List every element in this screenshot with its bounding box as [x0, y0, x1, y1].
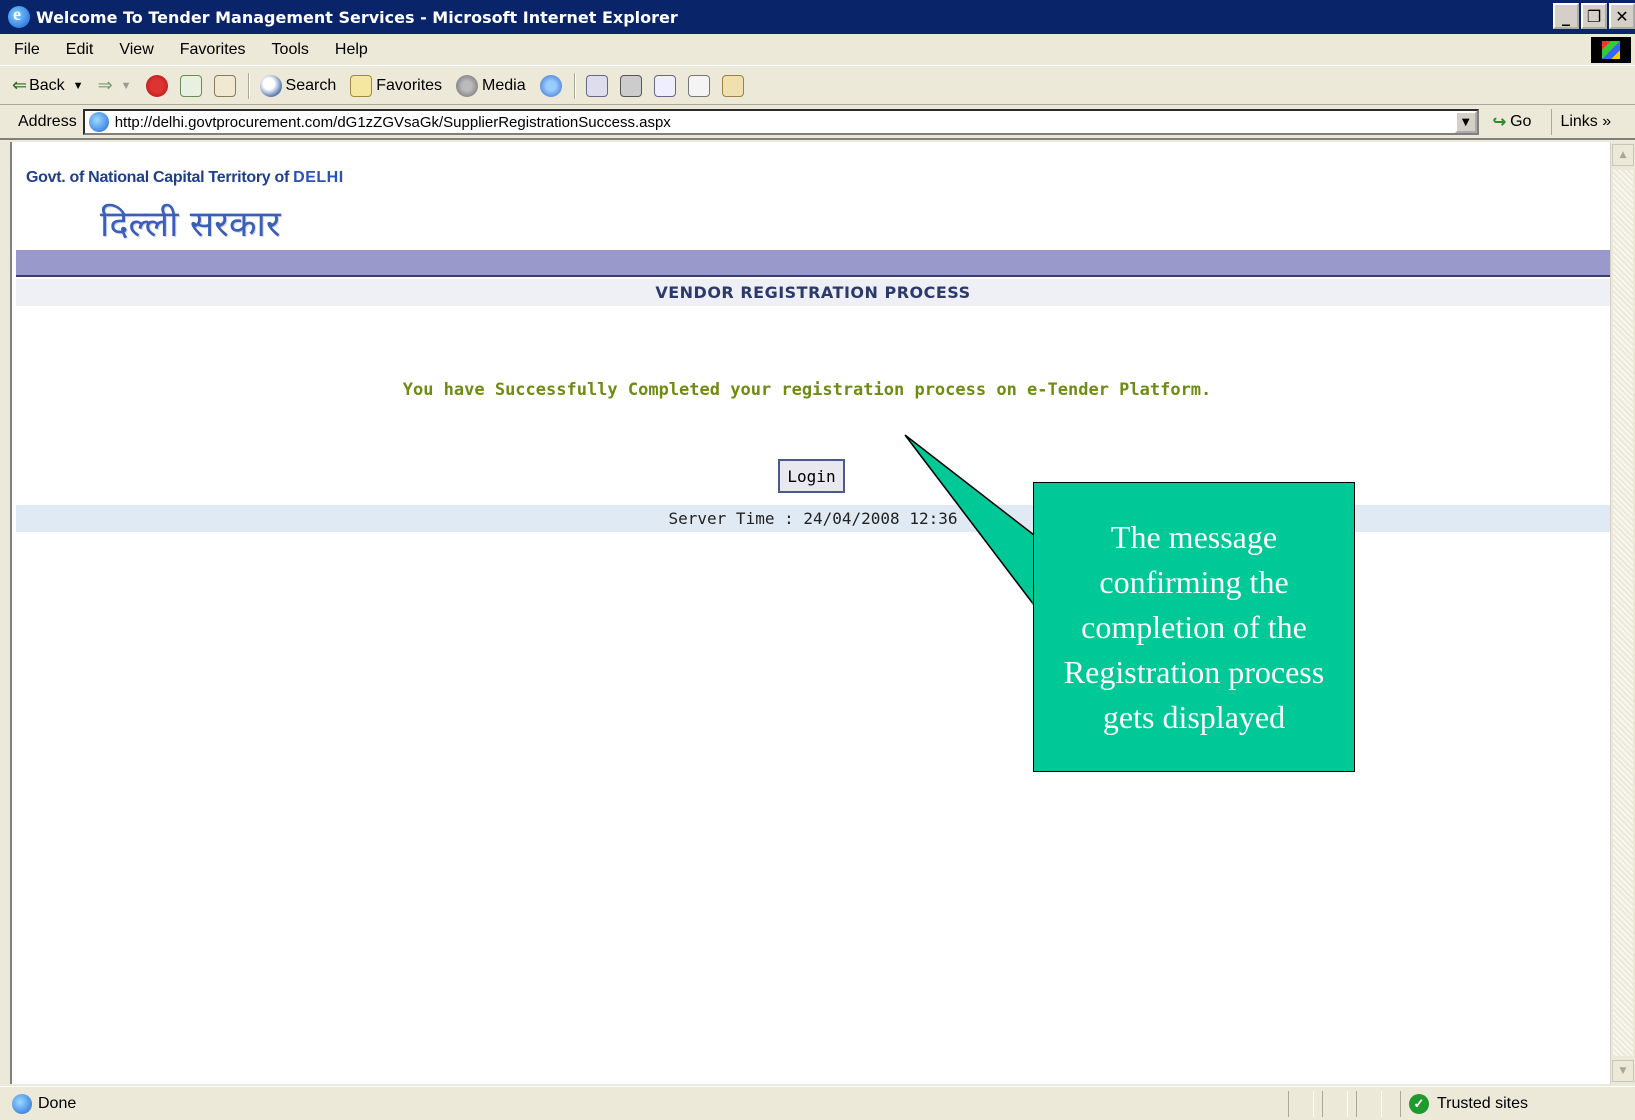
- minimize-button[interactable]: _: [1553, 3, 1579, 29]
- scroll-down-icon[interactable]: ▼: [1612, 1060, 1634, 1082]
- back-button[interactable]: ⇐ Back ▼: [12, 75, 84, 96]
- address-label: Address: [18, 113, 77, 130]
- print-icon[interactable]: [619, 74, 642, 97]
- windows-logo-icon: [1591, 37, 1631, 63]
- login-button[interactable]: Login: [778, 459, 845, 493]
- status-panel: [1288, 1091, 1314, 1117]
- menu-bar: File Edit View Favorites Tools Help: [0, 34, 1635, 66]
- scroll-track[interactable]: [1613, 170, 1633, 1056]
- scroll-up-icon[interactable]: ▲: [1612, 144, 1634, 166]
- status-panel: [1322, 1091, 1348, 1117]
- forward-dropdown-icon[interactable]: ▼: [121, 80, 132, 92]
- vertical-scrollbar[interactable]: ▲ ▼: [1610, 142, 1635, 1084]
- forward-button[interactable]: ⇒ ▼: [98, 75, 132, 96]
- mail-icon[interactable]: [585, 74, 608, 97]
- media-label: Media: [482, 76, 526, 94]
- status-panel: [1356, 1091, 1382, 1117]
- header-band: [16, 250, 1610, 277]
- address-bar: Address http://delhi.govtprocurement.com…: [0, 106, 1635, 140]
- favorites-label: Favorites: [376, 76, 443, 94]
- links-button[interactable]: Links »: [1551, 109, 1611, 135]
- menu-favorites[interactable]: Favorites: [180, 41, 246, 59]
- logo-prefix: Govt. of National Capital Territory of: [26, 169, 294, 186]
- status-panels: [1288, 1091, 1390, 1117]
- favorites-button[interactable]: Favorites: [350, 74, 443, 97]
- window-title: Welcome To Tender Management Services - …: [36, 7, 678, 27]
- browser-window: Welcome To Tender Management Services - …: [0, 0, 1635, 1120]
- annotation-callout: The message confirming the completion of…: [1033, 482, 1355, 772]
- edit-icon[interactable]: [653, 74, 676, 97]
- page-content: Govt. of National Capital Territory of D…: [10, 142, 1610, 1084]
- go-button[interactable]: ↪ Go: [1493, 112, 1532, 132]
- history-icon[interactable]: [539, 74, 562, 97]
- page-title: VENDOR REGISTRATION PROCESS: [655, 283, 971, 302]
- refresh-icon[interactable]: [179, 74, 202, 97]
- forward-arrow-icon: ⇒: [97, 75, 113, 95]
- govt-logo-text: Govt. of National Capital Territory of D…: [26, 169, 344, 187]
- logo-hindi: दिल्ली सरकार: [100, 204, 281, 245]
- security-zone[interactable]: ✓ Trusted sites: [1400, 1091, 1528, 1117]
- menu-tools[interactable]: Tools: [272, 41, 309, 59]
- menu-edit[interactable]: Edit: [66, 41, 94, 59]
- go-label: Go: [1510, 113, 1532, 130]
- page-icon: [88, 112, 109, 132]
- stop-icon[interactable]: [145, 74, 168, 97]
- status-bar: Done ✓ Trusted sites: [0, 1086, 1635, 1120]
- home-icon[interactable]: [213, 74, 236, 97]
- logo-delhi: DELHI: [293, 169, 344, 186]
- media-button[interactable]: Media: [456, 74, 526, 97]
- trusted-check-icon: ✓: [1409, 1094, 1429, 1114]
- zone-label: Trusted sites: [1437, 1095, 1528, 1112]
- go-arrow-icon: ↪: [1492, 114, 1507, 131]
- messenger-icon[interactable]: [721, 74, 744, 97]
- toolbar-separator: [573, 72, 576, 99]
- internet-explorer-icon: [8, 4, 30, 28]
- search-label: Search: [285, 76, 337, 94]
- search-button[interactable]: Search: [259, 74, 337, 97]
- search-icon: [259, 74, 282, 97]
- maximize-button[interactable]: ❐: [1581, 3, 1607, 29]
- address-input[interactable]: http://delhi.govtprocurement.com/dG1zZGV…: [82, 109, 1479, 135]
- close-button[interactable]: ✕: [1609, 3, 1635, 29]
- window-controls: _ ❐ ✕: [1553, 3, 1635, 29]
- toolbar-separator: [247, 72, 250, 99]
- server-time: Server Time : 24/04/2008 12:36: [16, 505, 1610, 532]
- media-icon: [456, 74, 479, 97]
- back-dropdown-icon[interactable]: ▼: [73, 80, 84, 92]
- back-label: Back: [29, 76, 65, 94]
- back-arrow-icon: ⇐: [12, 75, 28, 95]
- discuss-icon[interactable]: [687, 74, 710, 97]
- address-dropdown-icon[interactable]: ▼: [1454, 111, 1477, 133]
- title-bar: Welcome To Tender Management Services - …: [0, 0, 1635, 34]
- success-message: You have Successfully Completed your reg…: [402, 380, 1212, 400]
- address-url[interactable]: http://delhi.govtprocurement.com/dG1zZGV…: [115, 114, 671, 131]
- status-text: Done: [38, 1094, 77, 1112]
- menu-file[interactable]: File: [14, 41, 40, 59]
- heading-row: VENDOR REGISTRATION PROCESS: [16, 279, 1610, 306]
- favorites-icon: [350, 74, 373, 97]
- toolbar: ⇐ Back ▼ ⇒ ▼ Search Favorites Media: [0, 67, 1635, 105]
- menu-view[interactable]: View: [119, 41, 153, 59]
- menu-help[interactable]: Help: [335, 41, 368, 59]
- page-done-icon: [12, 1093, 32, 1114]
